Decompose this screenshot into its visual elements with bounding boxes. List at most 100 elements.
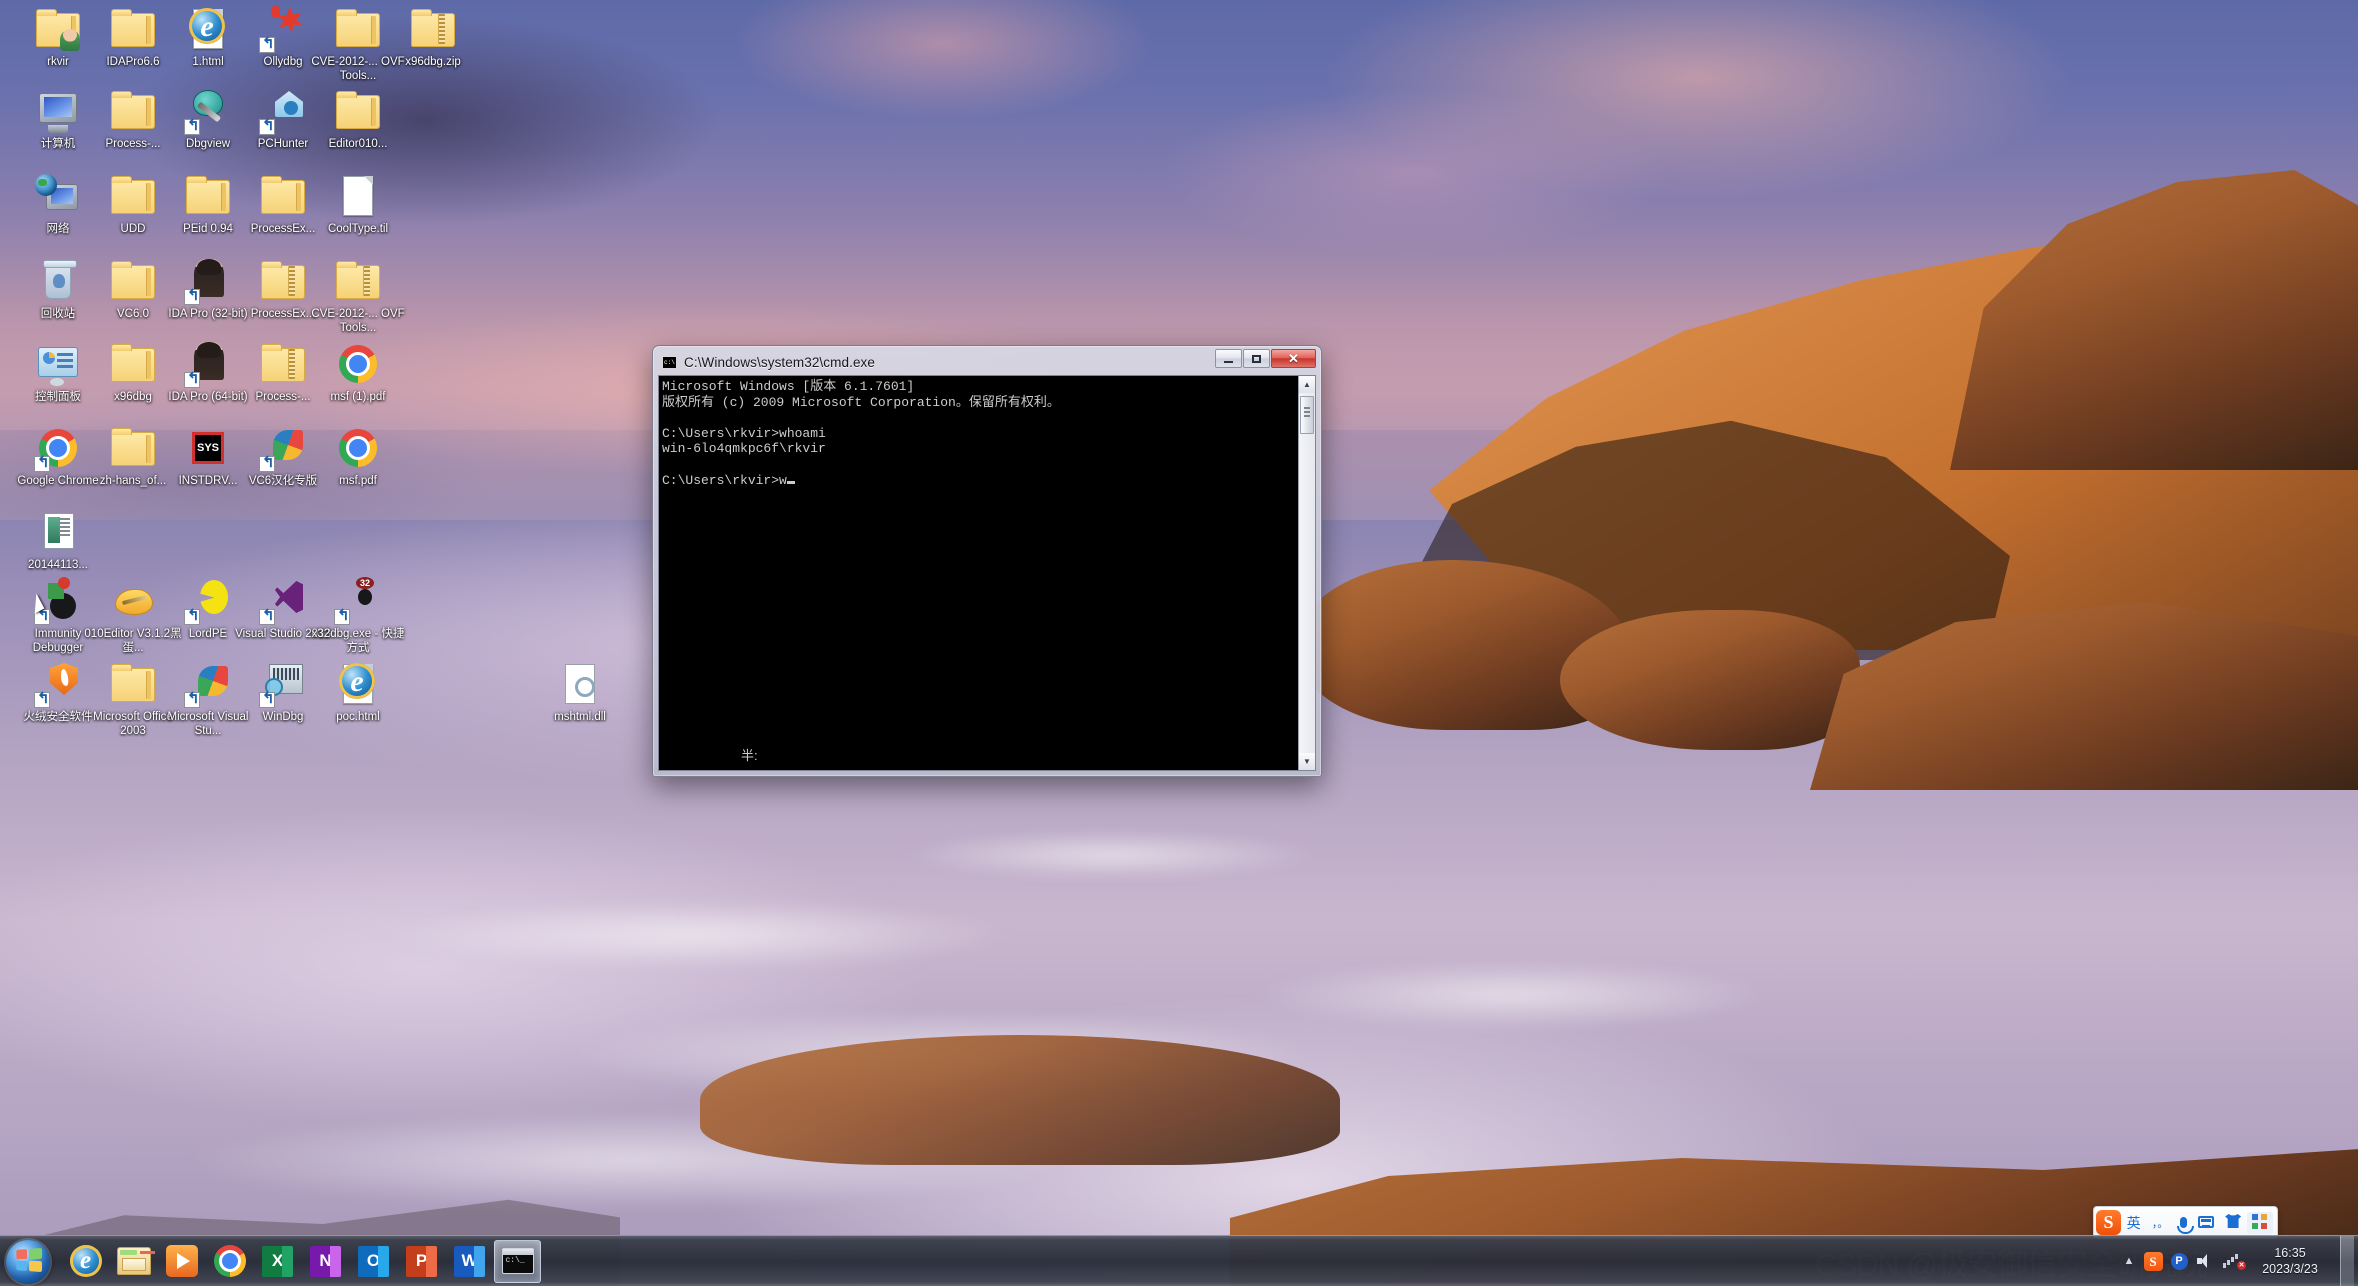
network-icon[interactable]: ✕: [2218, 1254, 2246, 1270]
windbg-icon: [259, 660, 307, 708]
pchunter-icon: [259, 87, 307, 135]
ollydbg-icon: [259, 5, 307, 53]
taskbar-button-powerpoint[interactable]: P: [398, 1240, 445, 1283]
folder-icon: [109, 257, 157, 305]
system-tray[interactable]: ▲ S P ✕ 16:35 2023/3/23: [2118, 1235, 2358, 1286]
voice-input-icon[interactable]: [2174, 1215, 2194, 1234]
desktop-icon[interactable]: CVE-2012-... OVF Tools...: [308, 257, 408, 335]
desktop-icon[interactable]: msf (1).pdf: [308, 340, 408, 405]
volume-icon[interactable]: [2192, 1254, 2218, 1268]
immunity-debugger-icon: [34, 577, 82, 625]
cmd-client-area[interactable]: Microsoft Windows [版本 6.1.7601] 版权所有 (c) …: [658, 375, 1316, 771]
scroll-down-button[interactable]: ▼: [1299, 753, 1315, 770]
ime-halfwidth-indicator: 半:: [741, 748, 758, 763]
desktop-icon[interactable]: 20144113...: [8, 508, 108, 573]
word-icon: W: [454, 1245, 485, 1277]
taskbar-button-command-prompt[interactable]: [494, 1239, 541, 1283]
file-explorer-icon: [116, 1247, 151, 1275]
desktop-icon[interactable]: x32dbg.exe - 快捷方式: [308, 577, 408, 655]
desktop-icon-label: 20144113...: [28, 559, 88, 571]
desktop-icon[interactable]: poc.html: [308, 660, 408, 725]
sogou-logo-icon[interactable]: S: [2096, 1210, 2121, 1235]
taskbar-buttons[interactable]: XNOPW: [62, 1239, 541, 1283]
desktop-icon[interactable]: msf.pdf: [308, 424, 408, 489]
show-desktop-button[interactable]: [2340, 1235, 2354, 1286]
office-icon: [259, 424, 307, 472]
zip-folder-icon: [334, 257, 382, 305]
cmd-window[interactable]: C:\Windows\system32\cmd.exe ✕ Microsoft …: [652, 345, 1322, 777]
010editor-icon: [109, 577, 157, 625]
desktop[interactable]: rkvirIDAPro6.61.htmlOllydbgCVE-2012-... …: [0, 0, 2358, 1286]
desktop-icon-label: poc.html: [336, 711, 380, 723]
close-button[interactable]: ✕: [1271, 349, 1316, 368]
desktop-icon-label: msf.pdf: [339, 475, 377, 487]
soft-keyboard-icon[interactable]: [2192, 1215, 2219, 1231]
console-scrollbar[interactable]: ▲ ▼: [1298, 376, 1315, 770]
zip-folder-icon: [409, 5, 457, 53]
taskbar-button-word[interactable]: W: [446, 1240, 493, 1283]
folder-icon: [259, 172, 307, 220]
ida-pro-icon: [184, 257, 232, 305]
desktop-icon-label: CVE-2012-... OVF Tools...: [311, 308, 405, 334]
folder-icon: [109, 172, 157, 220]
control-panel-icon: [34, 340, 82, 388]
ida-pro-icon: [184, 340, 232, 388]
ime-punctuation-toggle[interactable]: ，。: [2146, 1215, 2174, 1231]
folder-icon: [184, 172, 232, 220]
desktop-icon[interactable]: x96dbg.zip: [383, 5, 483, 70]
lordpe-icon: [184, 577, 232, 625]
sys-driver-icon: [184, 424, 232, 472]
desktop-icon-label: CoolType.til: [327, 223, 389, 235]
clock[interactable]: 16:35 2023/3/23: [2244, 1245, 2336, 1277]
show-hidden-icons-button[interactable]: ▲: [2118, 1255, 2140, 1267]
cmd-console-icon: [662, 355, 677, 369]
excel-icon: X: [262, 1245, 293, 1277]
folder-icon: [334, 5, 382, 53]
cmd-titlebar[interactable]: C:\Windows\system32\cmd.exe ✕: [657, 349, 1317, 374]
sogou-input-icon[interactable]: S: [2140, 1251, 2166, 1271]
onenote-icon: N: [310, 1245, 341, 1277]
taskbar-button-windows-explorer[interactable]: [110, 1240, 157, 1283]
ime-language-mode[interactable]: 英: [2121, 1213, 2146, 1233]
taskbar-button-internet-explorer[interactable]: [62, 1240, 109, 1283]
start-button[interactable]: [2, 1237, 56, 1285]
minimize-button[interactable]: [1215, 349, 1242, 368]
taskbar-button-media-player[interactable]: [158, 1240, 205, 1283]
taskbar[interactable]: XNOPW ▲ S P ✕ 16:35 2023/3/23: [0, 1235, 2358, 1286]
chrome-icon: [213, 1245, 246, 1277]
pinyin-icon[interactable]: P: [2166, 1252, 2192, 1270]
scroll-up-button[interactable]: ▲: [1299, 376, 1315, 393]
desktop-icon-label: msf (1).pdf: [330, 391, 386, 403]
huorong-security-icon: [34, 660, 82, 708]
desktop-icon-label: Editor010...: [328, 138, 388, 150]
dll-file-icon: [556, 660, 604, 708]
skin-icon[interactable]: [2220, 1214, 2247, 1231]
taskbar-button-onenote[interactable]: N: [302, 1240, 349, 1283]
desktop-icon-label: mshtml.dll: [554, 711, 606, 723]
desktop-icon[interactable]: mshtml.dll: [530, 660, 630, 725]
scrollbar-thumb[interactable]: [1300, 396, 1314, 434]
chrome-shortcut-icon: [34, 424, 82, 472]
toolbox-icon[interactable]: [2246, 1211, 2273, 1234]
desktop-icon[interactable]: Editor010...: [308, 87, 408, 152]
chrome-pdf-icon: [334, 340, 382, 388]
clock-time: 16:35: [2274, 1246, 2306, 1260]
desktop-icon[interactable]: CoolType.til: [308, 172, 408, 237]
taskbar-button-google-chrome[interactable]: [206, 1240, 253, 1283]
taskbar-button-excel[interactable]: X: [254, 1240, 301, 1283]
maximize-button[interactable]: [1243, 349, 1270, 368]
file-icon: [334, 172, 382, 220]
powerpoint-icon: P: [406, 1245, 437, 1277]
visual-studio-icon: [259, 577, 307, 625]
taskbar-button-outlook[interactable]: O: [350, 1240, 397, 1283]
folder-icon: [109, 87, 157, 135]
html-file-icon: [184, 5, 232, 53]
desktop-icon-label: x32dbg.exe - 快捷方式: [311, 628, 405, 654]
windows-flag-icon: [16, 1247, 42, 1273]
chrome-pdf-icon: [334, 424, 382, 472]
folder-icon: [334, 87, 382, 135]
window-controls[interactable]: ✕: [1214, 349, 1316, 368]
media-player-icon: [165, 1245, 198, 1277]
folder-icon: [109, 340, 157, 388]
html-file-icon: [334, 660, 382, 708]
